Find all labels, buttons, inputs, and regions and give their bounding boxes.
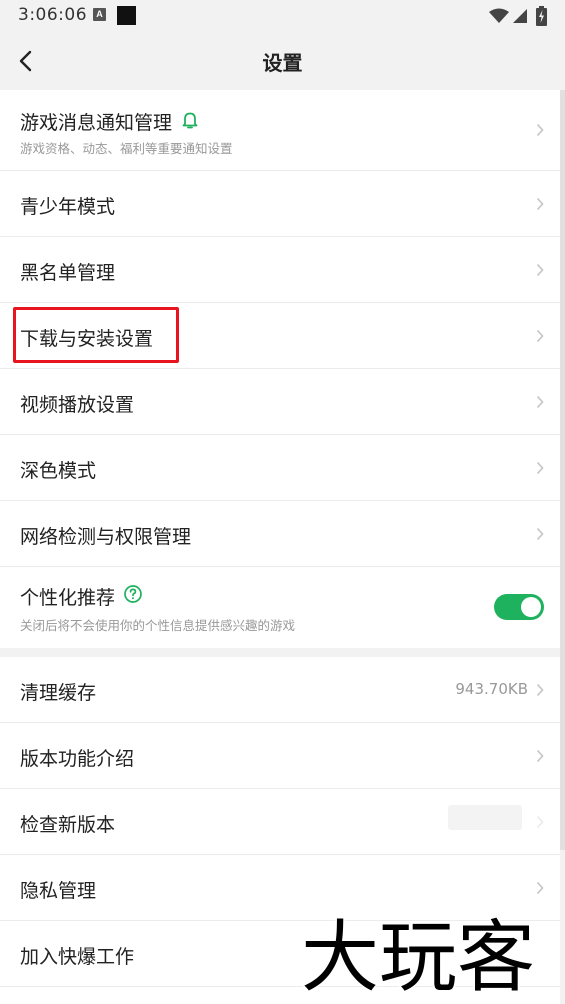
chevron-right-icon [536,263,544,277]
settings-item-video-playback[interactable]: 视频播放设置 [0,369,560,435]
settings-item-label: 黑名单管理 [20,262,116,284]
settings-item-download-install[interactable]: 下载与安装设置 [0,303,560,369]
settings-item-description: 关闭后将不会使用你的个性信息提供感兴趣的游戏 [20,618,296,633]
settings-item-label: 青少年模式 [20,196,116,218]
chevron-right-icon [536,395,544,409]
chevron-right-icon [536,329,544,343]
scrollbar[interactable] [560,90,565,850]
settings-item-join-us[interactable]: 加入快爆工作 [0,921,560,987]
toggle-knob [521,597,541,617]
settings-item-label: 深色模式 [20,460,97,482]
page-title: 设置 [262,51,303,75]
top-bar: 设置 [0,32,565,90]
settings-item-dark-mode[interactable]: 深色模式 [0,435,560,501]
settings-item-blacklist[interactable]: 黑名单管理 [0,237,560,303]
settings-item-clear-cache[interactable]: 清理缓存 943.70KB [0,657,560,723]
chevron-right-icon [536,197,544,211]
chevron-right-icon [536,461,544,475]
status-time: 3:06:06 [18,5,88,25]
status-bar: 3:06:06 A [0,0,565,32]
settings-item-label: 个性化推荐 [20,587,116,609]
settings-item-label: 隐私管理 [20,880,97,902]
chevron-right-icon [536,815,544,829]
settings-item-personalized-recommendation: 个性化推荐 关闭后将不会使用你的个性信息提供感兴趣的游戏 [0,567,560,648]
settings-item-label: 视频播放设置 [20,394,135,416]
settings-item-label: 加入快爆工作 [20,946,135,968]
chevron-right-icon [536,683,544,697]
settings-item-label: 清理缓存 [20,682,97,704]
personalized-recommendation-toggle[interactable] [494,594,544,620]
version-value-redacted [448,805,522,830]
settings-item-network-permissions[interactable]: 网络检测与权限管理 [0,501,560,567]
settings-item-privacy[interactable]: 隐私管理 [0,855,560,921]
settings-item-description: 游戏资格、动态、福利等重要通知设置 [20,141,233,156]
settings-item-label: 检查新版本 [20,814,116,836]
bell-icon [182,112,198,129]
notification-square-icon [117,6,136,25]
signal-icon [513,9,527,23]
settings-item-label: 下载与安装设置 [20,328,154,350]
chevron-right-icon [536,749,544,763]
settings-item-label: 版本功能介绍 [20,748,135,770]
chevron-right-icon [536,527,544,541]
settings-item-label: 游戏消息通知管理 [20,112,173,134]
cache-size-value: 943.70KB [455,680,528,698]
wifi-icon [489,8,509,23]
settings-item-youth-mode[interactable]: 青少年模式 [0,171,560,237]
divider [0,986,560,987]
settings-section-main: 游戏消息通知管理 游戏资格、动态、福利等重要通知设置 青少年模式 黑名单管理 下… [0,90,560,648]
chevron-right-icon [536,881,544,895]
notification-a-icon: A [93,8,106,21]
settings-item-game-notification[interactable]: 游戏消息通知管理 游戏资格、动态、福利等重要通知设置 [0,90,560,171]
question-circle-icon[interactable] [123,584,143,604]
settings-item-label: 网络检测与权限管理 [20,526,192,548]
settings-section-misc: 清理缓存 943.70KB 版本功能介绍 检查新版本 隐私管理 加入快爆工作 [0,657,560,1004]
settings-item-version-features[interactable]: 版本功能介绍 [0,723,560,789]
battery-charging-icon [536,6,547,26]
chevron-right-icon [536,123,544,137]
